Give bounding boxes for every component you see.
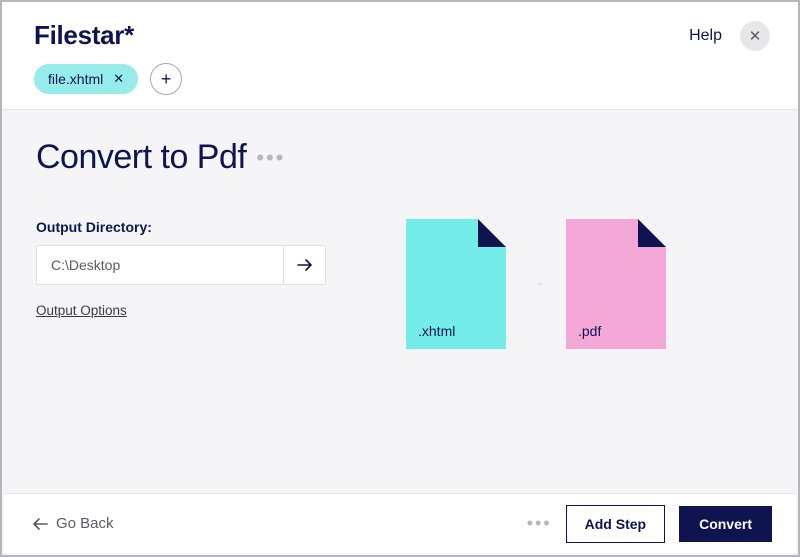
go-back-label: Go Back — [56, 515, 114, 532]
conversion-diagram: .xhtml .pdf — [406, 219, 666, 369]
add-step-button[interactable]: Add Step — [566, 505, 665, 543]
close-button[interactable]: ✕ — [740, 21, 770, 51]
footer: Go Back ••• Add Step Convert — [4, 493, 796, 553]
main-content: Convert to Pdf ••• Output Directory: Out… — [2, 110, 798, 369]
target-ext: .pdf — [578, 323, 601, 339]
output-dir-label: Output Directory: — [36, 219, 326, 235]
arrow-left-icon — [32, 518, 48, 530]
file-row: file.xhtml ✕ + — [34, 63, 770, 95]
add-file-button[interactable]: + — [150, 63, 182, 95]
file-chip-name: file.xhtml — [48, 71, 103, 87]
source-file-icon: .xhtml — [406, 219, 506, 349]
arrow-icon — [510, 283, 570, 285]
content-area: Output Directory: Output Options .xhtml … — [36, 219, 764, 369]
output-dir-input[interactable] — [37, 246, 283, 284]
close-icon: ✕ — [749, 27, 762, 45]
settings-panel: Output Directory: Output Options — [36, 219, 326, 369]
brand-logo: Filestar* — [34, 20, 134, 51]
header-top: Filestar* Help ✕ — [34, 20, 770, 51]
remove-file-icon[interactable]: ✕ — [113, 71, 124, 87]
file-fold-icon — [638, 219, 666, 247]
target-file-icon: .pdf — [566, 219, 666, 349]
convert-button[interactable]: Convert — [679, 506, 772, 542]
footer-menu-icon[interactable]: ••• — [527, 513, 552, 534]
header: Filestar* Help ✕ file.xhtml ✕ + — [2, 2, 798, 110]
help-link[interactable]: Help — [689, 27, 722, 45]
title-menu-icon[interactable]: ••• — [256, 147, 285, 169]
title-row: Convert to Pdf ••• — [36, 138, 764, 177]
footer-actions: ••• Add Step Convert — [527, 505, 772, 543]
file-fold-icon — [478, 219, 506, 247]
page-title: Convert to Pdf — [36, 138, 246, 177]
go-back-button[interactable]: Go Back — [32, 515, 114, 532]
file-chip[interactable]: file.xhtml ✕ — [34, 64, 138, 94]
plus-icon: + — [161, 69, 172, 90]
browse-button[interactable] — [283, 246, 325, 284]
output-dir-group — [36, 245, 326, 285]
arrow-right-icon — [297, 258, 313, 272]
header-actions: Help ✕ — [689, 21, 770, 51]
source-ext: .xhtml — [418, 323, 455, 339]
output-options-link[interactable]: Output Options — [36, 303, 127, 318]
